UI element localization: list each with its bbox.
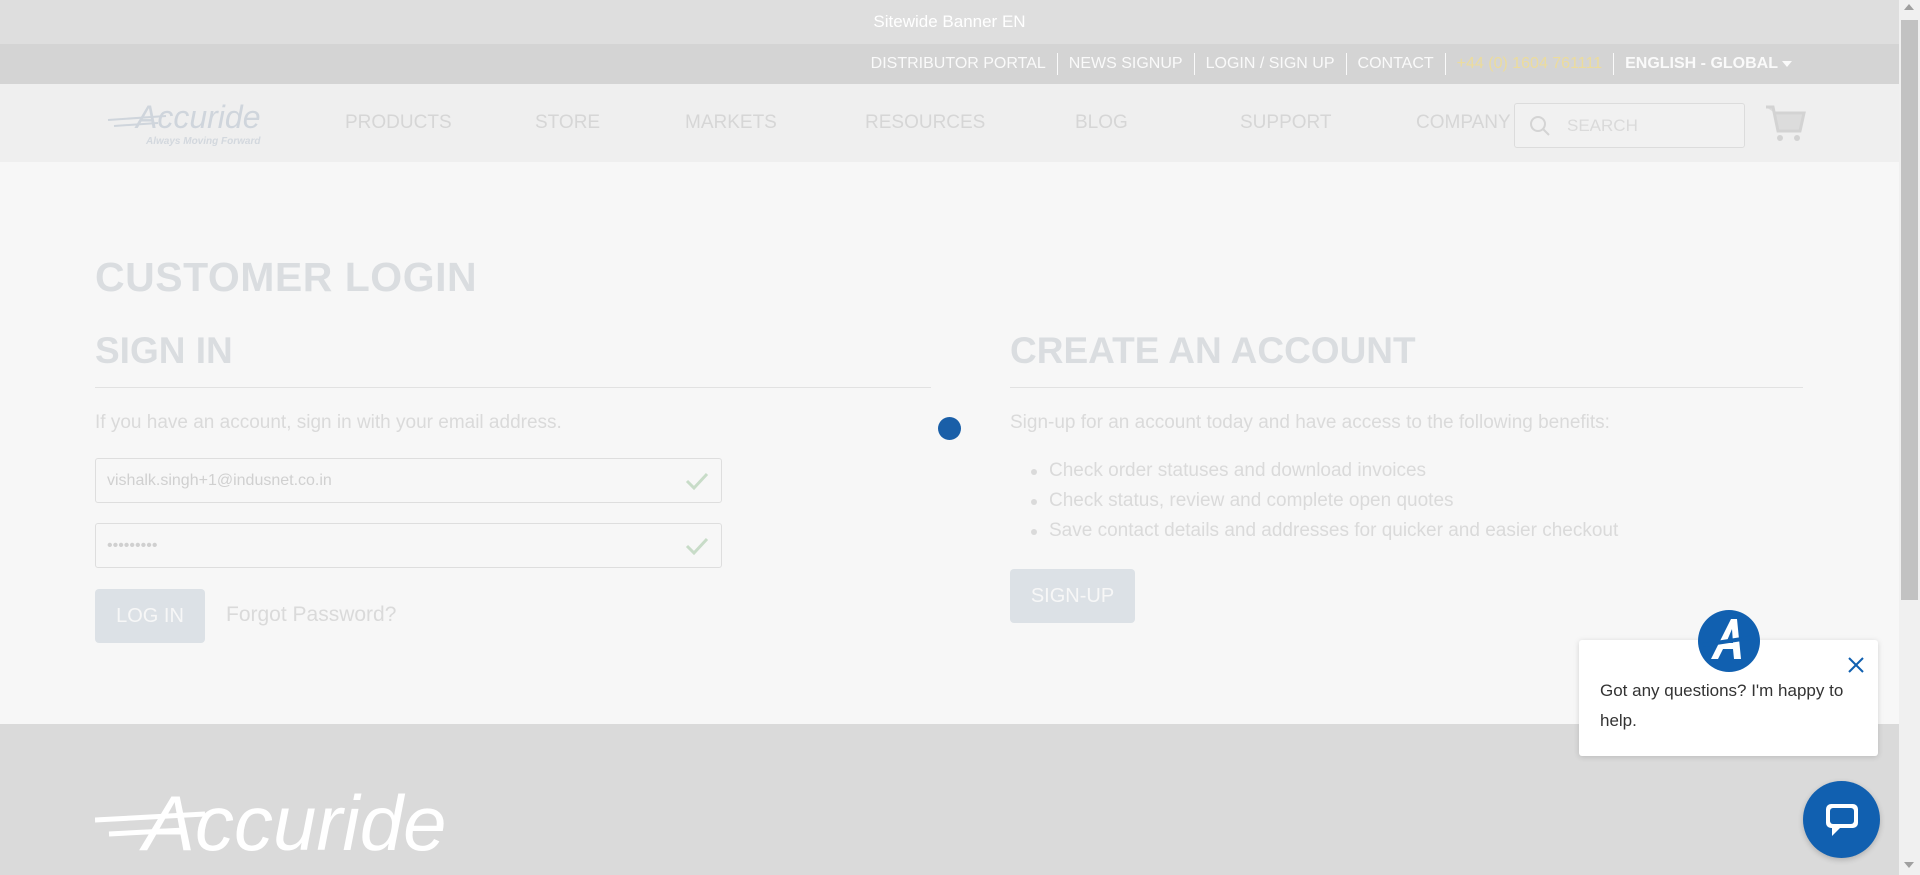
nav-blog[interactable]: BLOG — [1075, 112, 1240, 134]
sign-in-title: SIGN IN — [95, 330, 233, 371]
logo-wordmark: Accuride — [134, 99, 261, 135]
page: Sitewide Banner EN DISTRIBUTOR PORTAL NE… — [0, 0, 1920, 875]
distributor-portal-link[interactable]: DISTRIBUTOR PORTAL — [860, 53, 1058, 75]
news-signup-link[interactable]: NEWS SIGNUP — [1058, 53, 1195, 75]
search-input[interactable] — [1567, 115, 1727, 136]
list-item: Check status, review and complete open q… — [1031, 486, 1618, 516]
benefits-list: Check order statuses and download invoic… — [1031, 456, 1618, 546]
main-nav: PRODUCTS STORE MARKETS RESOURCES BLOG SU… — [345, 84, 1526, 162]
chat-avatar-icon — [1698, 610, 1760, 672]
nav-support[interactable]: SUPPORT — [1240, 112, 1416, 134]
page-title: CUSTOMER LOGIN — [95, 254, 478, 300]
password-field — [95, 523, 722, 568]
chat-bubble-icon — [1825, 803, 1858, 836]
login-signup-link[interactable]: LOGIN / SIGN UP — [1195, 53, 1347, 75]
nav-store[interactable]: STORE — [535, 112, 685, 134]
chat-launcher-button[interactable] — [1803, 781, 1880, 858]
email-input[interactable] — [107, 471, 685, 490]
loading-indicator — [938, 417, 961, 440]
list-item: Check order statuses and download invoic… — [1031, 456, 1618, 486]
language-label: ENGLISH - GLOBAL — [1625, 55, 1778, 72]
search-icon[interactable] — [1529, 115, 1551, 137]
footer-accuride-logo[interactable]: Accuride — [95, 782, 495, 862]
chat-message: Got any questions? I'm happy to help. — [1600, 681, 1844, 730]
banner-text: Sitewide Banner EN — [873, 12, 1026, 31]
page-scrollbar[interactable] — [1899, 0, 1920, 875]
caret-down-icon — [1782, 61, 1792, 67]
create-account-intro: Sign-up for an account today and have ac… — [1010, 412, 1610, 433]
nav-company[interactable]: COMPANY — [1416, 112, 1526, 134]
email-field — [95, 458, 722, 503]
sign-in-divider — [95, 387, 931, 388]
nav-markets[interactable]: MARKETS — [685, 112, 865, 134]
utility-nav: DISTRIBUTOR PORTAL NEWS SIGNUP LOGIN / S… — [0, 44, 1899, 84]
search-box — [1514, 103, 1745, 148]
list-item: Save contact details and addresses for q… — [1031, 516, 1618, 546]
forgot-password-link[interactable]: Forgot Password? — [226, 603, 396, 627]
footer-logo-wordmark: Accuride — [139, 782, 446, 862]
nav-products[interactable]: PRODUCTS — [345, 112, 535, 134]
create-account-title: CREATE AN ACCOUNT — [1010, 330, 1416, 371]
contact-link[interactable]: CONTACT — [1347, 53, 1446, 75]
sign-in-intro: If you have an account, sign in with you… — [95, 412, 562, 433]
login-button[interactable]: LOG IN — [95, 589, 205, 643]
check-icon — [685, 537, 709, 555]
close-icon[interactable] — [1846, 655, 1866, 675]
site-header: Accuride Always Moving Forward PRODUCTS … — [0, 84, 1899, 162]
phone-link[interactable]: +44 (0) 1604 761111 — [1446, 53, 1615, 75]
logo-tagline: Always Moving Forward — [145, 136, 261, 147]
check-icon — [685, 472, 709, 490]
accuride-logo[interactable]: Accuride Always Moving Forward — [106, 98, 296, 148]
scrollbar-thumb[interactable] — [1901, 20, 1918, 600]
cart-icon[interactable] — [1764, 103, 1806, 143]
create-account-divider — [1010, 387, 1803, 388]
sitewide-banner: Sitewide Banner EN — [0, 0, 1899, 44]
language-selector[interactable]: ENGLISH - GLOBAL — [1614, 53, 1803, 75]
scroll-down-icon[interactable] — [1904, 862, 1914, 868]
nav-resources[interactable]: RESOURCES — [865, 112, 1075, 134]
scroll-up-icon[interactable] — [1904, 4, 1914, 10]
password-input[interactable] — [107, 536, 685, 555]
signup-button[interactable]: SIGN-UP — [1010, 569, 1135, 623]
